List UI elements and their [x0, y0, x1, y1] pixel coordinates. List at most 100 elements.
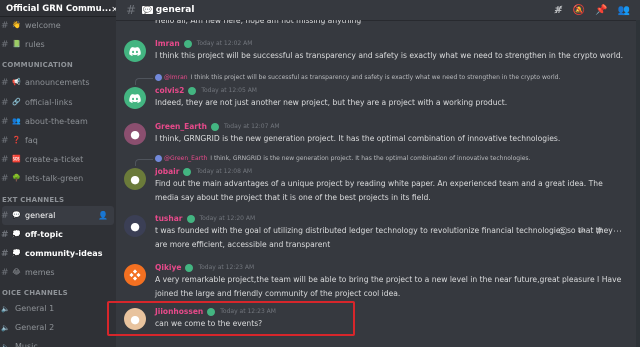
author-name[interactable]: colvis2: [155, 86, 184, 95]
reply-preview[interactable]: @Green_Earth I think, GRNGRID is the new …: [135, 155, 530, 166]
avatar[interactable]: ●: [124, 168, 146, 190]
sidebar-item-5[interactable]: # 👥 about-the-team: [1, 112, 114, 131]
role-badge-icon: [188, 86, 197, 95]
sidebar-item-7[interactable]: # 🆘 create-a-ticket: [1, 150, 114, 169]
category-label: EXT CHANNELS: [2, 196, 65, 204]
sidebar-item-10[interactable]: # 💬 general 👤: [1, 206, 114, 225]
reply-author: @Green_Earth: [164, 155, 208, 162]
reply-line: [135, 78, 153, 85]
channel-emoji-icon: 📢: [12, 78, 21, 86]
reply-preview[interactable]: @Imran I think this project will be succe…: [135, 74, 561, 85]
hash-icon: #: [126, 3, 137, 17]
reply-avatar: [155, 155, 162, 162]
hash-icon: #: [1, 248, 9, 259]
channel-emoji-icon: 👋: [12, 21, 21, 29]
category-14[interactable]: OICE CHANNELS: [2, 283, 114, 300]
channel-sidebar: Official GRN Commu... ✕ #👋welcome#📗rules…: [0, 0, 116, 347]
timestamp: Today at 12:20 AM: [199, 215, 256, 222]
members-icon[interactable]: 👥: [618, 5, 630, 16]
channel-label: rules: [25, 40, 45, 49]
sidebar-item-0[interactable]: # 👋 welcome: [1, 16, 114, 35]
message-header: Imran Today at 12:02 AM: [155, 39, 252, 48]
pin-icon[interactable]: 📌: [595, 5, 607, 16]
author-name[interactable]: Imran: [155, 39, 180, 48]
reply-line: [135, 159, 153, 166]
hash-icon: #: [1, 210, 9, 221]
sidebar-item-8[interactable]: # 🌳 lets-talk-green: [1, 169, 114, 188]
reply-text: I think this project will be successful …: [190, 74, 561, 81]
message-text: Find out the main advantages of a unique…: [155, 179, 603, 202]
discord-logo-icon: [129, 46, 141, 56]
role-badge-icon: [210, 122, 219, 131]
avatar[interactable]: [124, 87, 146, 109]
speaker-icon: 🔈: [1, 342, 10, 347]
server-name: Official GRN Commu...: [6, 4, 112, 14]
author-name[interactable]: tushar: [155, 214, 183, 223]
avatar[interactable]: [124, 40, 146, 62]
timestamp: Today at 12:23 AM: [198, 264, 255, 271]
sidebar-item-16[interactable]: 🔈 General 2: [1, 318, 114, 337]
threads-icon[interactable]: #̸: [554, 5, 562, 16]
avatar[interactable]: [124, 264, 146, 286]
message-text: Indeed, they are not just another new pr…: [155, 98, 508, 107]
author-name[interactable]: Green_Earth: [155, 122, 207, 131]
channel-label: General 1: [15, 304, 55, 313]
user-photo-icon: ●: [130, 172, 140, 186]
add-member-icon[interactable]: 👤: [98, 211, 108, 220]
hash-icon: #: [1, 229, 9, 240]
channel-header: # 💬 general #̸ 🔕 📌 👥: [116, 0, 640, 20]
speech-bubble-icon: 💬: [142, 6, 153, 14]
sidebar-item-3[interactable]: # 📢 announcements: [1, 73, 114, 92]
author-name[interactable]: jobair: [155, 167, 179, 176]
channel-emoji-icon: 🌳: [12, 174, 21, 182]
author-name[interactable]: Qikiye: [155, 263, 181, 272]
sidebar-item-17[interactable]: 🔈 Music: [1, 337, 114, 347]
channel-label: create-a-ticket: [25, 155, 84, 164]
timestamp: Today at 12:08 AM: [196, 168, 253, 175]
channel-emoji-icon: 💭: [12, 249, 21, 257]
reply-author: @Imran: [164, 74, 188, 81]
sidebar-item-4[interactable]: # 🔗 official-links: [1, 93, 114, 112]
channel-label: memes: [25, 268, 55, 277]
avatar[interactable]: ●: [124, 123, 146, 145]
message-list: Hello all, Am new here, hope am not miss…: [116, 20, 640, 347]
sidebar-item-15[interactable]: 🔈 General 1: [1, 299, 114, 318]
channel-label: off-topic: [25, 230, 63, 239]
message[interactable]: ● tushar Today at 12:20 AM t was founded wi…: [116, 213, 636, 259]
message[interactable]: @Imran I think this project will be succe…: [116, 74, 636, 120]
role-badge-icon: [183, 39, 192, 48]
chat-area: # 💬 general #̸ 🔕 📌 👥 Hello all, Am new h…: [116, 0, 640, 347]
sidebar-item-6[interactable]: # ❓ faq: [1, 131, 114, 150]
hash-icon: #: [1, 20, 9, 31]
channel-emoji-icon: 👥: [12, 117, 21, 125]
timestamp: Today at 12:07 AM: [223, 123, 280, 130]
channel-label: about-the-team: [25, 117, 88, 126]
hash-icon: #: [1, 116, 9, 127]
timestamp: Today at 12:02 AM: [196, 40, 253, 47]
category-label: COMMUNICATION: [2, 61, 73, 69]
message[interactable]: @Green_Earth I think, GRNGRID is the new …: [116, 155, 636, 237]
sidebar-item-11[interactable]: # 💭 off-topic: [1, 225, 114, 244]
role-badge-icon: [183, 167, 192, 176]
category-9[interactable]: EXT CHANNELS: [2, 190, 114, 207]
channel-emoji-icon: 🔗: [12, 98, 21, 106]
sidebar-item-13[interactable]: # 😂 memes: [1, 263, 114, 282]
channel-label: General 2: [15, 323, 55, 332]
message-header: tushar Today at 12:20 AM: [155, 214, 255, 223]
server-header[interactable]: Official GRN Commu... ✕: [0, 0, 116, 17]
avatar[interactable]: ●: [124, 215, 146, 237]
header-toolbar: #̸ 🔕 📌 👥: [554, 5, 630, 16]
channel-label: general: [25, 211, 56, 220]
channel-label: community-ideas: [25, 249, 103, 258]
sidebar-item-12[interactable]: # 💭 community-ideas: [1, 244, 114, 263]
bell-mute-icon[interactable]: 🔕: [573, 5, 585, 16]
scrollbar[interactable]: [636, 20, 640, 347]
category-2[interactable]: COMMUNICATION: [2, 55, 114, 72]
message-text: I think, GRNGRID is the new generation p…: [155, 134, 561, 143]
discord-app: Official GRN Commu... ✕ #👋welcome#📗rules…: [0, 0, 640, 347]
message-header: Qikiye Today at 12:23 AM: [155, 263, 254, 272]
sidebar-item-1[interactable]: # 📗 rules: [1, 35, 114, 54]
speaker-icon: 🔈: [1, 304, 10, 313]
hash-icon: #: [1, 154, 9, 165]
channel-emoji-icon: 💭: [12, 230, 21, 238]
